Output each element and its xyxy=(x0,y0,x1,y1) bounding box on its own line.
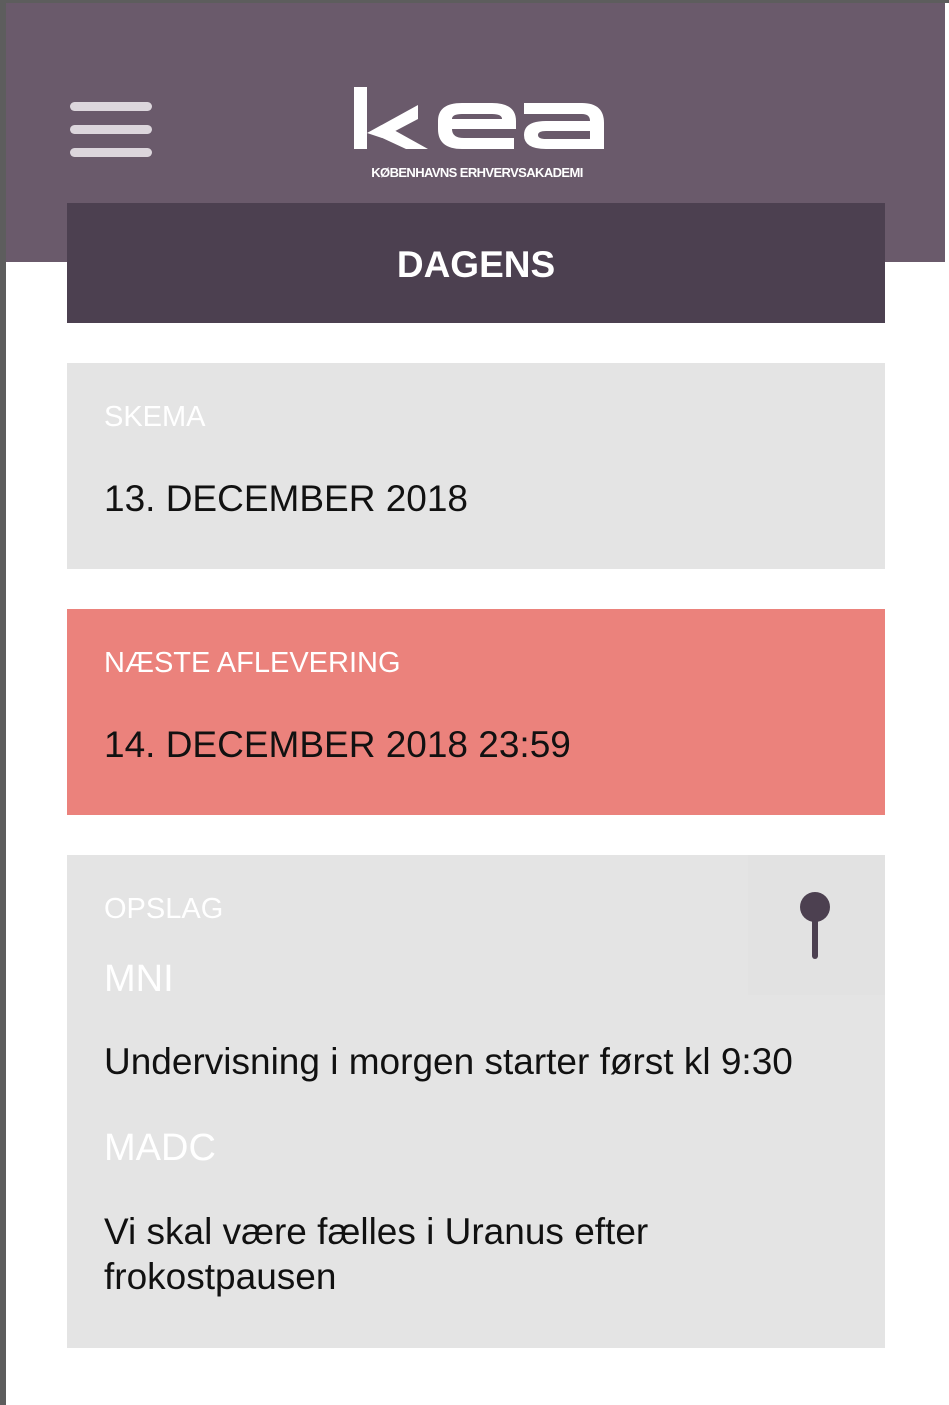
pin-icon xyxy=(800,892,830,959)
announcement-author: MNI xyxy=(104,958,174,1000)
schedule-label: SKEMA xyxy=(104,401,206,433)
logo-subtitle: KØBENHAVNS ERHVERVSAKADEMI xyxy=(371,165,583,180)
next-deadline-card[interactable]: NÆSTE AFLEVERING 14. DECEMBER 2018 23:59 xyxy=(67,609,885,815)
announcement-text: Undervisning i morgen starter først kl 9… xyxy=(104,1041,793,1082)
kea-logo-mark xyxy=(354,87,604,149)
announcement-text: Vi skal være fælles i Uranus efter froko… xyxy=(104,1211,649,1297)
announcements-label: OPSLAG xyxy=(104,893,224,925)
next-deadline-label: NÆSTE AFLEVERING xyxy=(104,647,401,679)
schedule-card[interactable]: SKEMA 13. DECEMBER 2018 xyxy=(67,363,885,569)
announcements-card[interactable]: OPSLAG MNI Undervisning i morgen starter… xyxy=(67,855,885,1348)
kea-logo[interactable]: KØBENHAVNS ERHVERVSAKADEMI xyxy=(346,83,606,183)
next-deadline-date: 14. DECEMBER 2018 23:59 xyxy=(104,724,571,765)
menu-icon[interactable] xyxy=(70,102,152,158)
page-title: DAGENS xyxy=(67,203,885,323)
pin-button[interactable] xyxy=(748,855,885,995)
announcement-author: MADC xyxy=(104,1127,216,1169)
schedule-date: 13. DECEMBER 2018 xyxy=(104,478,469,519)
